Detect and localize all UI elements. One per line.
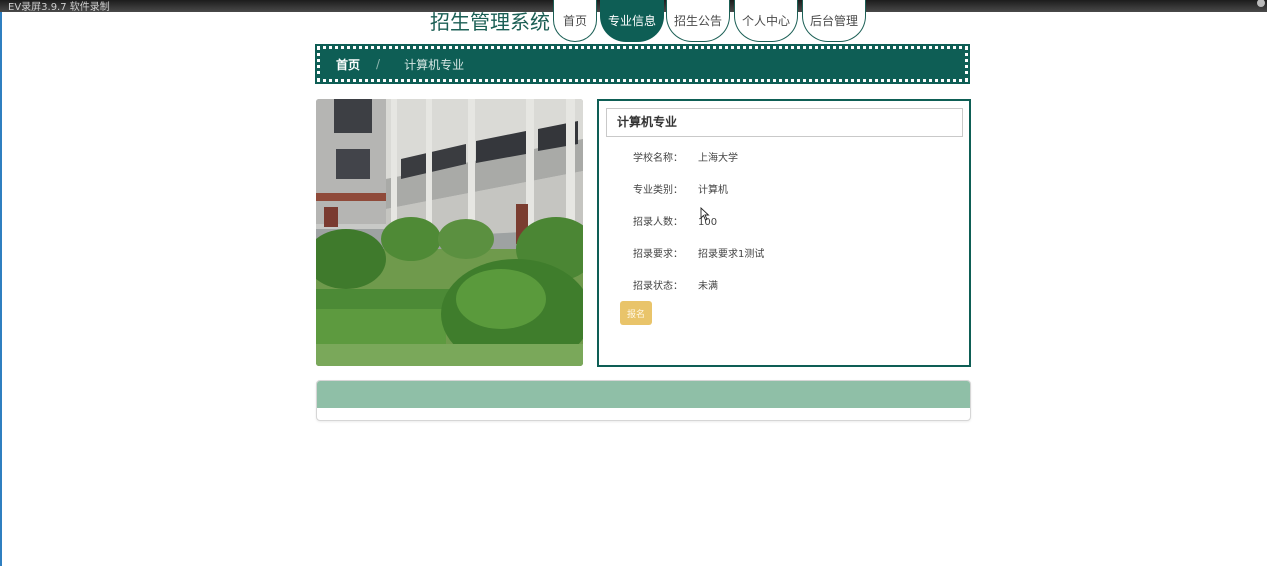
major-detail-panel: 计算机专业 学校名称： 上海大学 专业类别： 计算机 招录人数： 100 招录要求：招…	[597, 99, 971, 367]
nav-tab-admin[interactable]: 后台管理	[802, 0, 866, 42]
breadcrumb-separator: /	[376, 57, 381, 71]
field-value: 未满	[698, 281, 718, 292]
breadcrumb-home-link[interactable]: 首页	[336, 56, 360, 73]
comments-panel-header	[317, 381, 970, 408]
field-label: 专业类别：	[633, 185, 683, 196]
field-label: 招录状态：	[633, 281, 683, 292]
field-school-name: 学校名称： 上海大学	[633, 149, 738, 164]
field-label: 学校名称：	[633, 153, 683, 164]
field-major-category: 专业类别： 计算机	[633, 181, 728, 196]
field-requirements: 招录要求： 招录要求1测试	[633, 245, 764, 260]
field-value: 上海大学	[698, 153, 738, 164]
breadcrumb: 首页 / 计算机专业	[315, 44, 970, 84]
window-left-edge	[0, 12, 2, 566]
detail-title: 计算机专业	[606, 108, 963, 137]
recorder-indicator-icon	[1257, 0, 1265, 7]
mouse-pointer-icon	[700, 207, 710, 221]
signup-button[interactable]: 报名	[620, 301, 652, 325]
recorder-title: EV录屏3.9.7 软件录制	[8, 2, 110, 13]
nav-tab-personal-center[interactable]: 个人中心	[734, 0, 798, 42]
nav-tab-home[interactable]: 首页	[553, 0, 597, 42]
field-label: 招录人数：	[633, 217, 683, 228]
field-value: 计算机	[698, 185, 728, 196]
breadcrumb-current: 计算机专业	[404, 57, 465, 72]
nav-tab-major-info[interactable]: 专业信息	[600, 0, 664, 42]
field-label: 招录要求：	[633, 249, 683, 260]
field-value: 招录要求1测试	[698, 249, 765, 260]
comments-panel	[316, 380, 971, 421]
field-status: 招录状态： 未满	[633, 277, 718, 292]
nav-tab-announcements[interactable]: 招生公告	[666, 0, 730, 42]
site-title: 招生管理系统	[430, 10, 550, 34]
campus-photo	[316, 99, 583, 366]
